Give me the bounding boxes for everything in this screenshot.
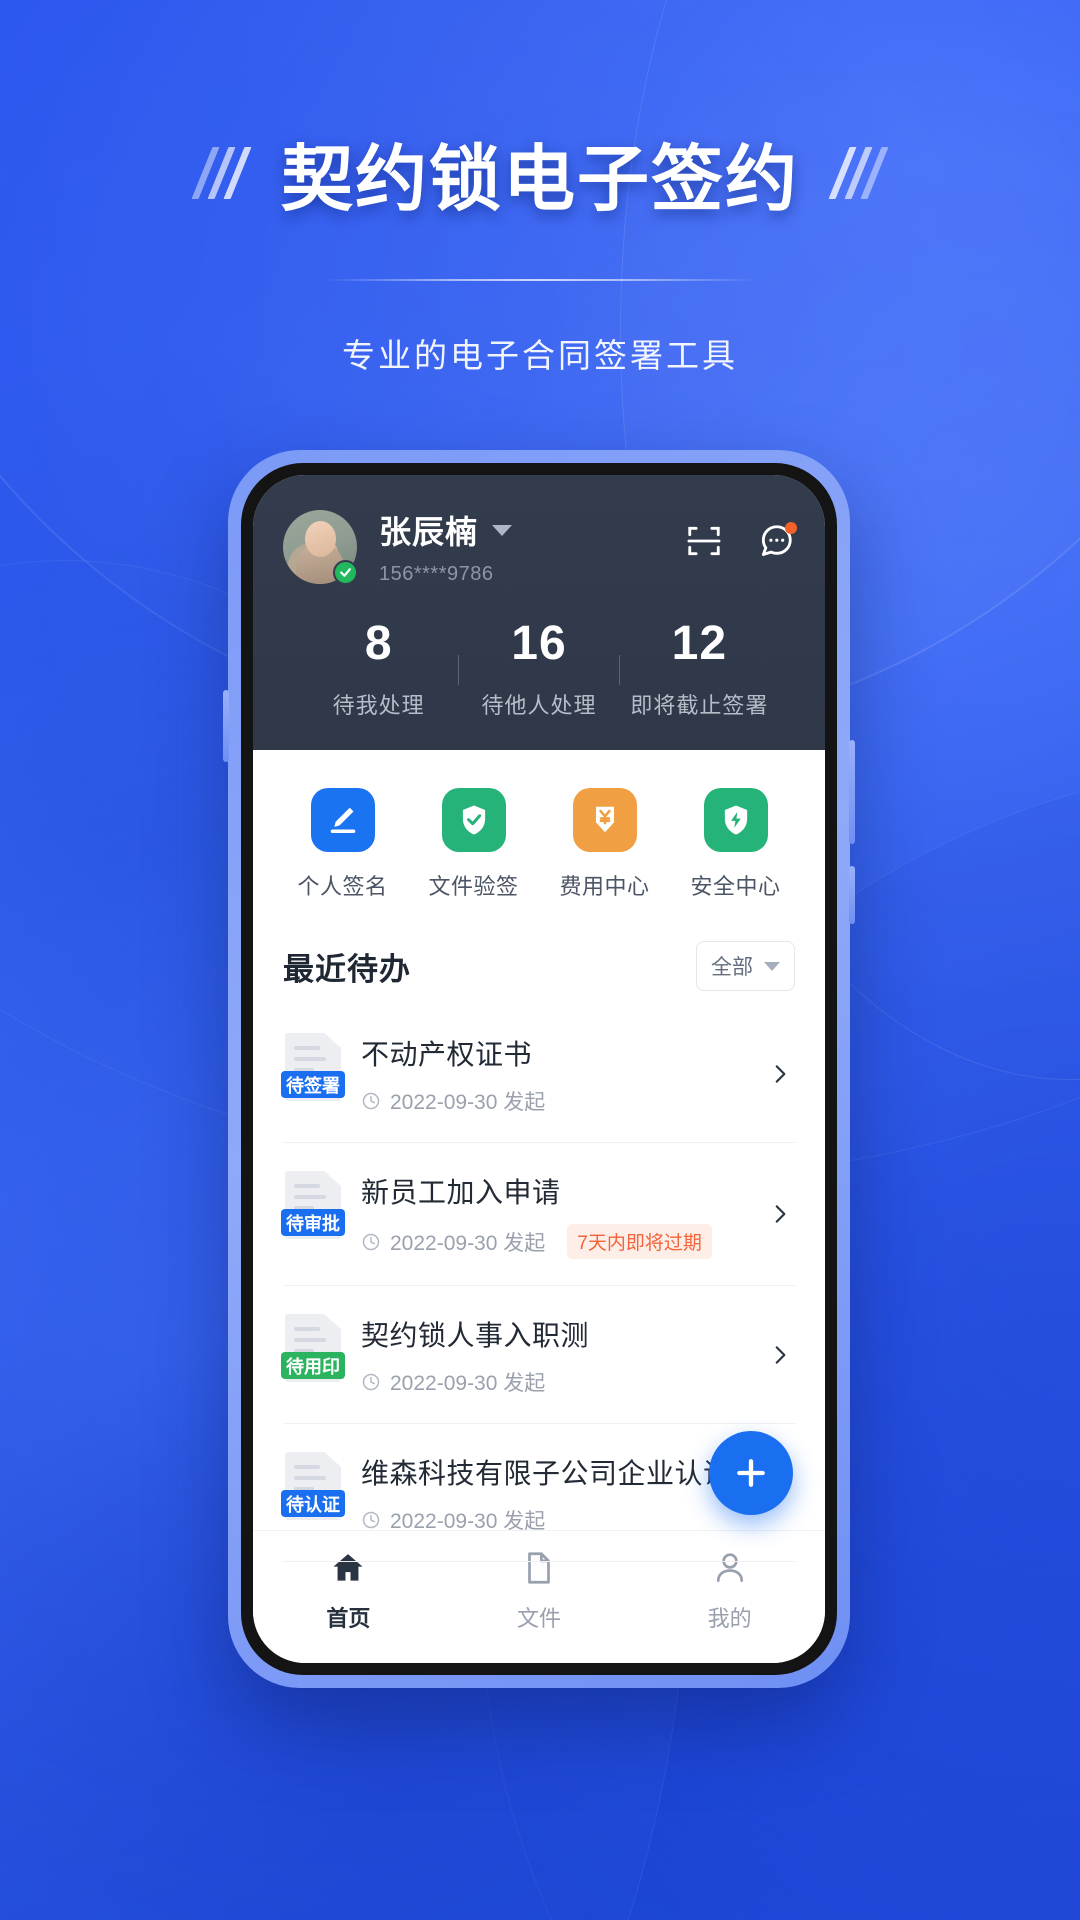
todo-title: 新员工加入申请 [361, 1177, 561, 1208]
nav-label: 文件 [517, 1606, 562, 1631]
stats-row: 8 待我处理 16 待他人处理 12 即将截止签署 [283, 586, 795, 750]
scan-icon[interactable] [685, 522, 723, 560]
chevron-right-icon[interactable] [767, 1061, 793, 1087]
hero-subtitle: 专业的电子合同签署工具 [342, 337, 738, 374]
todo-content: 新员工加入申请 2022-09-30 发起 7天内即将过期 [361, 1169, 747, 1259]
quick-action-billing-center[interactable]: 费用中心 [539, 788, 670, 901]
hero-divider [325, 279, 755, 281]
expiry-warning-badge: 7天内即将过期 [567, 1224, 712, 1259]
filter-dropdown[interactable]: 全部 [696, 941, 795, 991]
filter-label: 全部 [711, 956, 753, 979]
app-header: 张辰楠 156****9786 8 待我处理 16 待他人处理 12 即将截止签… [253, 475, 825, 750]
table-row[interactable]: 待签署 不动产权证书 2022-09-30 发起 [281, 1005, 795, 1143]
todo-date-row: 2022-09-30 发起 [361, 1227, 545, 1257]
chat-unread-badge [785, 521, 797, 534]
user-name: 张辰楠 [379, 514, 479, 550]
page-title: 契约锁电子签约 [280, 140, 799, 220]
clock-icon [362, 1233, 380, 1250]
todo-date-row: 2022-09-30 发起 [361, 1505, 545, 1535]
hero-title-row: 契约锁电子签约 [0, 120, 1080, 225]
yuan-arrow-icon [572, 788, 637, 852]
left-slash-decoration [191, 146, 252, 199]
todo-title: 契约锁人事入职测 [361, 1320, 590, 1351]
todo-date-row: 2022-09-30 发起 [361, 1367, 545, 1397]
status-badge: 待审批 [281, 1209, 345, 1236]
stat-value: 12 [671, 617, 728, 670]
quick-action-personal-signature[interactable]: 个人签名 [277, 788, 408, 901]
quick-action-verify-document[interactable]: 文件验签 [408, 788, 539, 901]
quick-action-security-center[interactable]: 安全中心 [670, 788, 801, 901]
todo-date: 2022-09-30 发起 [390, 1091, 546, 1114]
phone-side-button-1 [849, 740, 855, 844]
quick-actions-row: 个人签名 文件验签 费用中心 安全中心 [253, 750, 825, 923]
chevron-right-icon[interactable] [767, 1201, 793, 1227]
todo-date: 2022-09-30 发起 [390, 1510, 546, 1533]
stat-label: 待他人处理 [481, 693, 597, 718]
status-badge: 待签署 [281, 1071, 345, 1098]
phone-volume-button [223, 690, 229, 762]
app-body: 个人签名 文件验签 费用中心 安全中心 最近待办 全部 待签署 不动产权证书 2… [253, 750, 825, 1562]
phone-side-button-2 [849, 866, 855, 924]
todo-date: 2022-09-30 发起 [390, 1372, 546, 1395]
clock-icon [362, 1092, 380, 1110]
todo-meta: 2022-09-30 发起 [361, 1505, 747, 1535]
clock-icon [362, 1511, 380, 1529]
section-title: 最近待办 [283, 951, 411, 987]
user-name-row[interactable]: 张辰楠 [379, 507, 685, 553]
pen-icon [310, 788, 375, 852]
plus-icon [737, 1459, 765, 1487]
phone-mockup: 张辰楠 156****9786 8 待我处理 16 待他人处理 12 即将截止签… [223, 450, 855, 1688]
document-icon: 待签署 [281, 1033, 345, 1101]
section-header: 最近待办 全部 [253, 923, 825, 1005]
stat-label: 即将截止签署 [630, 693, 769, 718]
user-phone: 156****9786 [379, 563, 494, 585]
stat-expiring[interactable]: 12 即将截止签署 [620, 620, 779, 720]
chevron-down-icon [764, 961, 780, 971]
shield-bolt-icon [703, 788, 768, 852]
hero-section: 契约锁电子签约 专业的电子合同签署工具 [0, 120, 1080, 377]
verified-badge-icon [333, 559, 358, 585]
stat-pending-others[interactable]: 16 待他人处理 [459, 620, 618, 720]
app-header-actions [685, 521, 797, 572]
todo-title: 不动产权证书 [361, 1039, 533, 1070]
phone-bezel: 张辰楠 156****9786 8 待我处理 16 待他人处理 12 即将截止签… [241, 463, 837, 1675]
chevron-down-icon [492, 524, 513, 536]
quick-action-label: 文件验签 [428, 874, 519, 899]
todo-date-row: 2022-09-30 发起 [361, 1086, 545, 1116]
stat-pending-mine[interactable]: 8 待我处理 [299, 620, 458, 720]
todo-content: 契约锁人事入职测 2022-09-30 发起 [361, 1312, 747, 1397]
stat-value: 8 [364, 617, 393, 670]
avatar[interactable] [283, 509, 358, 585]
todo-meta: 2022-09-30 发起 7天内即将过期 [361, 1224, 747, 1259]
todo-meta: 2022-09-30 发起 [361, 1367, 747, 1397]
todo-title: 维森科技有限子公司企业认证 [361, 1458, 732, 1489]
clock-icon [362, 1373, 380, 1391]
quick-action-label: 个人签名 [297, 874, 388, 899]
chevron-right-icon[interactable] [767, 1342, 793, 1368]
chat-icon[interactable] [757, 521, 797, 560]
app-header-top-row: 张辰楠 156****9786 [283, 507, 797, 586]
table-row[interactable]: 待用印 契约锁人事入职测 2022-09-30 发起 [281, 1286, 795, 1424]
todo-content: 维森科技有限子公司企业认证 2022-09-30 发起 [361, 1450, 747, 1535]
phone-screen: 张辰楠 156****9786 8 待我处理 16 待他人处理 12 即将截止签… [253, 475, 825, 1663]
stat-label: 待我处理 [332, 693, 425, 718]
nav-label: 我的 [707, 1606, 752, 1631]
status-badge: 待用印 [281, 1352, 345, 1379]
quick-action-label: 安全中心 [690, 874, 781, 899]
todo-date: 2022-09-30 发起 [390, 1231, 546, 1255]
stat-value: 16 [511, 617, 567, 670]
todo-meta: 2022-09-30 发起 [361, 1086, 747, 1116]
user-identity: 张辰楠 156****9786 [379, 507, 685, 586]
status-badge: 待认证 [281, 1490, 345, 1517]
add-button[interactable] [709, 1431, 793, 1515]
document-icon: 待用印 [281, 1314, 345, 1382]
nav-label: 首页 [326, 1606, 371, 1631]
shield-check-icon [441, 788, 506, 852]
table-row[interactable]: 待审批 新员工加入申请 2022-09-30 发起 7天内即将过期 [281, 1143, 795, 1286]
todo-content: 不动产权证书 2022-09-30 发起 [361, 1031, 747, 1116]
document-icon: 待审批 [281, 1171, 345, 1239]
document-icon: 待认证 [281, 1452, 345, 1520]
right-slash-decoration [828, 146, 889, 199]
quick-action-label: 费用中心 [559, 874, 650, 899]
